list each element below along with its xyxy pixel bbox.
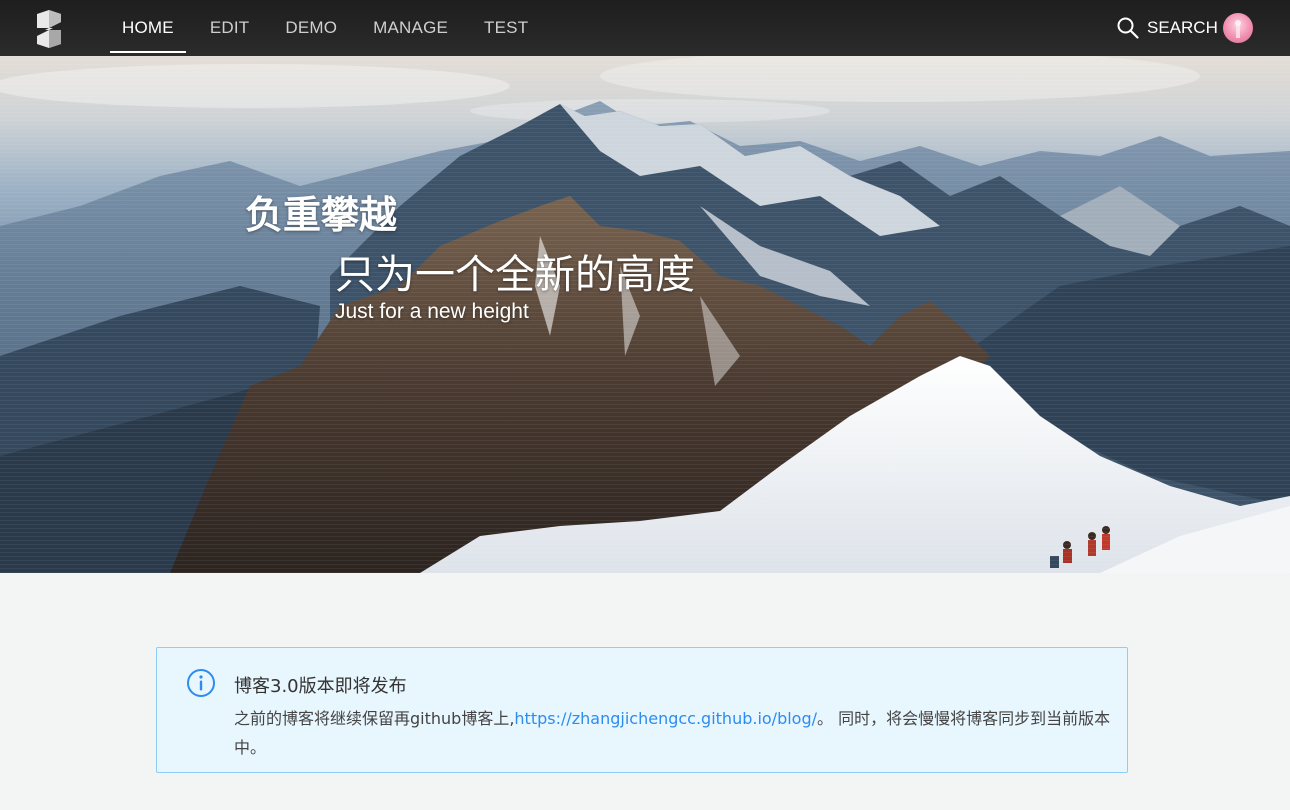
hero-banner: 负重攀越 只为一个全新的高度 Just for a new height: [0, 56, 1290, 573]
alert-title: 博客3.0版本即将发布: [234, 676, 407, 697]
main-menu: HOME EDIT DEMO MANAGE TEST: [110, 0, 552, 56]
hero-subtitle: 只为一个全新的高度: [335, 252, 695, 298]
info-alert: 博客3.0版本即将发布 之前的博客将继续保留再github博客上,https:/…: [156, 647, 1128, 773]
info-icon: [187, 669, 215, 697]
hero-tagline: Just for a new height: [335, 300, 529, 323]
mountain-climbers-photo: [0, 56, 1290, 573]
hero-title: 负重攀越: [245, 193, 398, 237]
alert-text-before: 之前的博客将继续保留再github博客上,: [234, 709, 515, 728]
top-navbar: HOME EDIT DEMO MANAGE TEST SEARCH: [0, 0, 1290, 56]
nav-test[interactable]: TEST: [472, 0, 540, 56]
nav-home[interactable]: HOME: [110, 0, 186, 56]
blog-link[interactable]: https://zhangjichengcc.github.io/blog/: [514, 709, 817, 728]
search-label: SEARCH: [1147, 18, 1218, 37]
avatar[interactable]: [1223, 13, 1253, 43]
avatar-image: [1235, 20, 1241, 38]
nav-manage[interactable]: MANAGE: [361, 0, 460, 56]
logo-icon[interactable]: [33, 10, 65, 48]
nav-demo[interactable]: DEMO: [273, 0, 349, 56]
search-icon: [1117, 17, 1139, 39]
nav-edit[interactable]: EDIT: [198, 0, 262, 56]
alert-description: 之前的博客将继续保留再github博客上,https://zhangjichen…: [234, 704, 1114, 762]
search-button[interactable]: SEARCH: [1116, 14, 1218, 42]
